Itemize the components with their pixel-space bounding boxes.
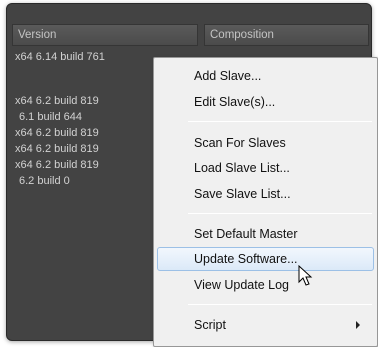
version-cell[interactable]: x64 6.14 build 761: [15, 51, 105, 67]
submenu-arrow-icon: [356, 321, 360, 329]
version-cell[interactable]: x64 6.2 build 819: [15, 143, 99, 159]
menu-item-set-default-master[interactable]: Set Default Master: [157, 222, 374, 246]
version-cell[interactable]: x64 6.2 build 819: [15, 95, 99, 111]
mouse-cursor-icon: [298, 265, 313, 286]
menu-item-add-slave[interactable]: Add Slave...: [157, 64, 374, 88]
menu-item-save-slave-list[interactable]: Save Slave List...: [157, 182, 374, 206]
column-header-composition[interactable]: Composition: [204, 24, 369, 46]
version-cell[interactable]: x64 6.2 build 819: [15, 127, 99, 143]
column-header-version[interactable]: Version: [12, 24, 198, 46]
menu-item-script-label: Script: [194, 318, 226, 332]
menu-item-view-update-log[interactable]: View Update Log: [157, 273, 374, 297]
context-menu: Add Slave... Edit Slave(s)... Scan For S…: [153, 57, 378, 347]
menu-separator: [188, 213, 372, 214]
version-cell[interactable]: 6.1 build 644: [19, 111, 82, 127]
version-cell[interactable]: x64 6.2 build 819: [15, 159, 99, 175]
menu-item-update-software[interactable]: Update Software...: [157, 247, 374, 271]
menu-separator: [188, 304, 372, 305]
menu-item-edit-slaves[interactable]: Edit Slave(s)...: [157, 90, 374, 114]
menu-item-load-slave-list[interactable]: Load Slave List...: [157, 156, 374, 180]
menu-separator: [188, 121, 372, 122]
menu-item-scan-for-slaves[interactable]: Scan For Slaves: [157, 131, 374, 155]
version-cell[interactable]: 6.2 build 0: [19, 175, 70, 191]
menu-item-script[interactable]: Script: [157, 313, 374, 337]
